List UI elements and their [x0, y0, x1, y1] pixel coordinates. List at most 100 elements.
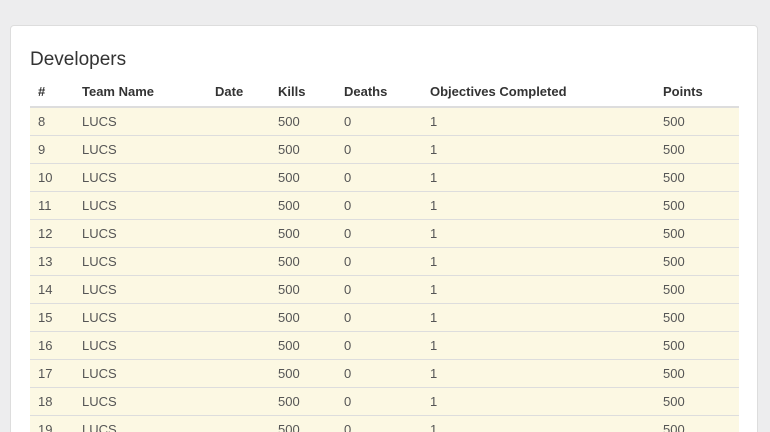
cell-team_name: LUCS	[74, 276, 207, 304]
cell-rank: 15	[30, 304, 74, 332]
cell-team_name: LUCS	[74, 304, 207, 332]
cell-team_name: LUCS	[74, 107, 207, 136]
cell-deaths: 0	[336, 360, 422, 388]
page-title: Developers	[30, 49, 739, 70]
cell-deaths: 0	[336, 416, 422, 432]
cell-team_name: LUCS	[74, 192, 207, 220]
column-header-date: Date	[207, 78, 270, 107]
cell-objectives_completed: 1	[422, 220, 655, 248]
table-row: 16LUCS50001500	[30, 332, 739, 360]
cell-objectives_completed: 1	[422, 107, 655, 136]
leaderboard-panel: Developers #Team NameDateKillsDeathsObje…	[10, 25, 758, 432]
cell-team_name: LUCS	[74, 332, 207, 360]
table-row: 11LUCS50001500	[30, 192, 739, 220]
cell-kills: 500	[270, 388, 336, 416]
table-row: 12LUCS50001500	[30, 220, 739, 248]
cell-date	[207, 360, 270, 388]
column-header-team_name: Team Name	[74, 78, 207, 107]
cell-kills: 500	[270, 107, 336, 136]
column-header-rank: #	[30, 78, 74, 107]
table-row: 9LUCS50001500	[30, 136, 739, 164]
table-header-row: #Team NameDateKillsDeathsObjectives Comp…	[30, 78, 739, 107]
cell-kills: 500	[270, 276, 336, 304]
cell-date	[207, 136, 270, 164]
cell-deaths: 0	[336, 388, 422, 416]
cell-date	[207, 192, 270, 220]
column-header-objectives_completed: Objectives Completed	[422, 78, 655, 107]
cell-date	[207, 164, 270, 192]
cell-deaths: 0	[336, 192, 422, 220]
table-row: 14LUCS50001500	[30, 276, 739, 304]
cell-rank: 13	[30, 248, 74, 276]
cell-date	[207, 248, 270, 276]
table-row: 19LUCS50001500	[30, 416, 739, 432]
table-row: 17LUCS50001500	[30, 360, 739, 388]
cell-rank: 19	[30, 416, 74, 432]
cell-rank: 9	[30, 136, 74, 164]
table-header: #Team NameDateKillsDeathsObjectives Comp…	[30, 78, 739, 107]
cell-deaths: 0	[336, 164, 422, 192]
column-header-deaths: Deaths	[336, 78, 422, 107]
cell-date	[207, 220, 270, 248]
cell-team_name: LUCS	[74, 388, 207, 416]
cell-objectives_completed: 1	[422, 276, 655, 304]
cell-rank: 17	[30, 360, 74, 388]
cell-objectives_completed: 1	[422, 164, 655, 192]
cell-kills: 500	[270, 192, 336, 220]
cell-points: 500	[655, 136, 739, 164]
table-body: 8LUCS500015009LUCS5000150010LUCS50001500…	[30, 107, 739, 432]
cell-kills: 500	[270, 360, 336, 388]
table-row: 8LUCS50001500	[30, 107, 739, 136]
cell-rank: 16	[30, 332, 74, 360]
cell-objectives_completed: 1	[422, 136, 655, 164]
cell-deaths: 0	[336, 248, 422, 276]
cell-date	[207, 304, 270, 332]
cell-kills: 500	[270, 416, 336, 432]
cell-objectives_completed: 1	[422, 332, 655, 360]
cell-date	[207, 276, 270, 304]
cell-objectives_completed: 1	[422, 360, 655, 388]
column-header-kills: Kills	[270, 78, 336, 107]
table-row: 10LUCS50001500	[30, 164, 739, 192]
cell-date	[207, 416, 270, 432]
cell-deaths: 0	[336, 107, 422, 136]
cell-points: 500	[655, 360, 739, 388]
cell-team_name: LUCS	[74, 416, 207, 432]
cell-points: 500	[655, 192, 739, 220]
cell-points: 500	[655, 304, 739, 332]
cell-points: 500	[655, 416, 739, 432]
cell-rank: 14	[30, 276, 74, 304]
cell-team_name: LUCS	[74, 248, 207, 276]
cell-rank: 11	[30, 192, 74, 220]
cell-points: 500	[655, 248, 739, 276]
cell-team_name: LUCS	[74, 164, 207, 192]
cell-points: 500	[655, 107, 739, 136]
cell-kills: 500	[270, 332, 336, 360]
table-row: 18LUCS50001500	[30, 388, 739, 416]
cell-rank: 18	[30, 388, 74, 416]
page-background: Developers #Team NameDateKillsDeathsObje…	[0, 0, 770, 432]
cell-kills: 500	[270, 248, 336, 276]
cell-deaths: 0	[336, 276, 422, 304]
cell-deaths: 0	[336, 136, 422, 164]
cell-date	[207, 107, 270, 136]
cell-team_name: LUCS	[74, 220, 207, 248]
cell-points: 500	[655, 220, 739, 248]
cell-team_name: LUCS	[74, 360, 207, 388]
cell-objectives_completed: 1	[422, 416, 655, 432]
cell-deaths: 0	[336, 220, 422, 248]
cell-kills: 500	[270, 164, 336, 192]
cell-date	[207, 388, 270, 416]
cell-date	[207, 332, 270, 360]
table-row: 15LUCS50001500	[30, 304, 739, 332]
cell-rank: 12	[30, 220, 74, 248]
cell-points: 500	[655, 332, 739, 360]
cell-kills: 500	[270, 220, 336, 248]
cell-rank: 8	[30, 107, 74, 136]
cell-objectives_completed: 1	[422, 388, 655, 416]
cell-team_name: LUCS	[74, 136, 207, 164]
leaderboard-table: #Team NameDateKillsDeathsObjectives Comp…	[30, 78, 739, 432]
column-header-points: Points	[655, 78, 739, 107]
cell-objectives_completed: 1	[422, 192, 655, 220]
cell-points: 500	[655, 276, 739, 304]
